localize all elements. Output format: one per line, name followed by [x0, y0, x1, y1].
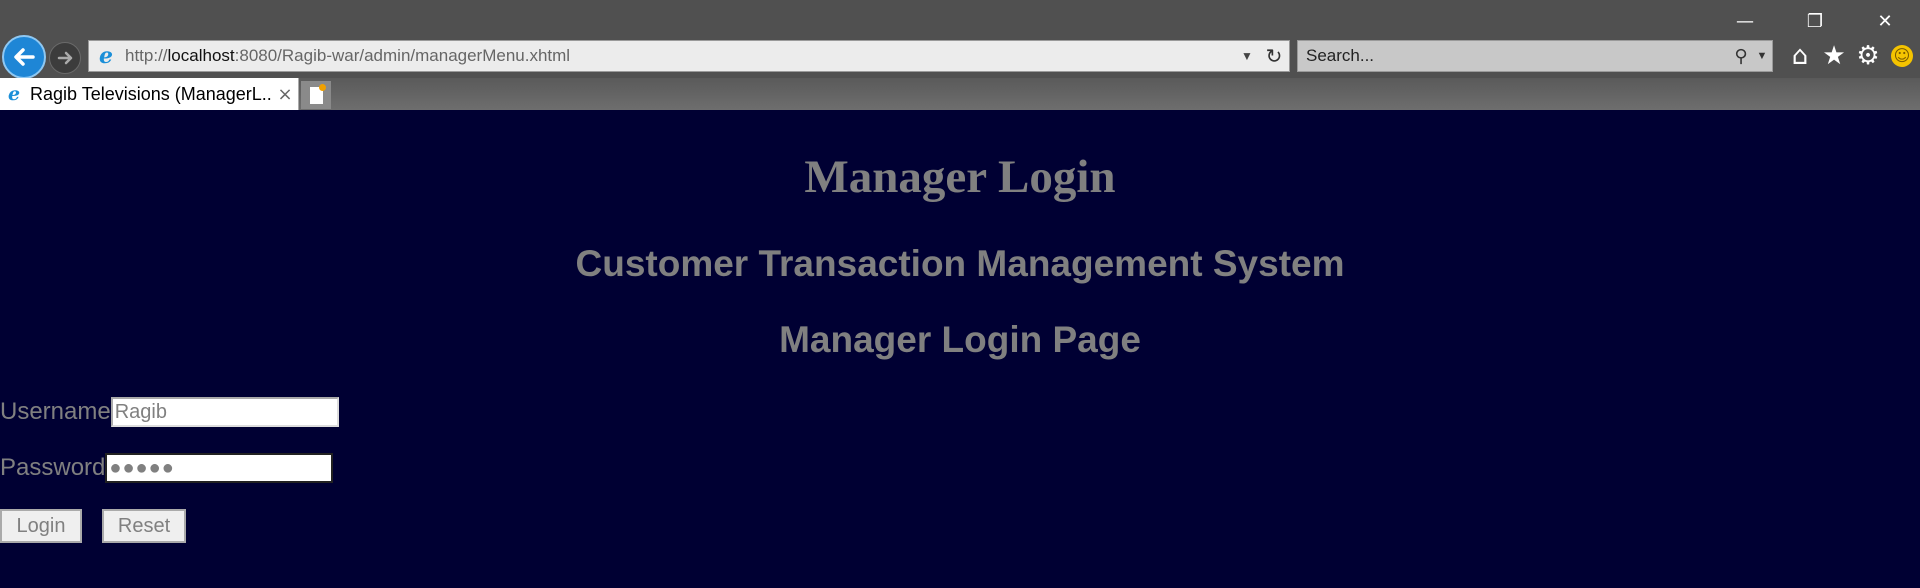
address-bar[interactable]: e http://localhost:8080/Ragib-war/admin/… — [88, 40, 1290, 72]
browser-chrome: — ❐ ✕ e http://localhost:8080/Ragib-war/… — [0, 0, 1920, 110]
forward-arrow-icon — [57, 51, 73, 65]
url-prefix: http:// — [125, 46, 168, 65]
ie-site-icon: e — [99, 43, 113, 69]
tab-ie-icon: e — [7, 83, 21, 105]
login-button[interactable]: Login — [0, 509, 82, 543]
forward-button[interactable] — [49, 42, 81, 74]
refresh-icon[interactable]: ↻ — [1259, 44, 1289, 68]
search-input[interactable] — [1298, 41, 1730, 71]
toolbar-icons: ⌂ ★ ⚙ ☺ — [1785, 40, 1917, 72]
url-host: localhost — [167, 46, 235, 65]
home-icon[interactable]: ⌂ — [1785, 40, 1815, 72]
window-controls: — ❐ ✕ — [1710, 0, 1920, 42]
url-path: :8080/Ragib-war/admin/managerMenu.xhtml — [234, 46, 571, 65]
form-buttons: Login Reset — [0, 509, 186, 543]
search-dropdown-icon[interactable]: ▼ — [1752, 50, 1772, 62]
username-label: Username — [0, 398, 111, 425]
tab-close-icon[interactable]: × — [272, 84, 298, 105]
gear-icon[interactable]: ⚙ — [1853, 40, 1883, 72]
address-dropdown-icon[interactable]: ▼ — [1235, 49, 1259, 63]
minimize-button[interactable]: — — [1710, 0, 1780, 42]
system-title: Customer Transaction Management System — [575, 243, 1345, 284]
close-window-button[interactable]: ✕ — [1850, 0, 1920, 42]
restore-button[interactable]: ❐ — [1780, 0, 1850, 42]
search-box[interactable]: ⚲ ▼ — [1297, 40, 1773, 72]
page-heading: Manager Login — [804, 151, 1116, 203]
tab-title: Ragib Televisions (ManagerL... — [30, 83, 272, 104]
smiley-face: ☺ — [1891, 45, 1913, 67]
page-content: Manager Login Customer Transaction Manag… — [0, 110, 1920, 588]
new-tab-button[interactable] — [301, 81, 331, 109]
smiley-icon[interactable]: ☺ — [1887, 40, 1917, 72]
back-arrow-icon — [14, 48, 35, 66]
username-row: Username — [0, 397, 339, 427]
password-row: Password — [0, 453, 334, 483]
tab-strip: e Ragib Televisions (ManagerL... × — [0, 78, 1920, 110]
page-title: Manager Login Page — [779, 319, 1141, 360]
password-label: Password — [0, 454, 106, 481]
search-icon[interactable]: ⚲ — [1730, 46, 1752, 67]
username-field[interactable] — [110, 397, 339, 427]
reset-button[interactable]: Reset — [102, 509, 186, 543]
new-tab-icon — [309, 83, 326, 104]
url-text[interactable]: http://localhost:8080/Ragib-war/admin/ma… — [125, 46, 1235, 66]
browser-tab[interactable]: e Ragib Televisions (ManagerL... × — [0, 78, 299, 110]
back-button[interactable] — [2, 35, 46, 79]
star-icon[interactable]: ★ — [1819, 40, 1849, 72]
password-field[interactable] — [105, 453, 334, 483]
